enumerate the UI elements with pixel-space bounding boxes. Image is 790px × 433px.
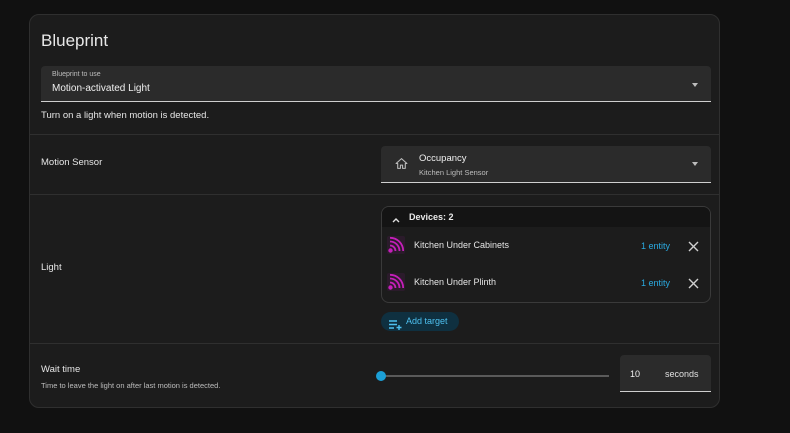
device-name: Kitchen Under Cabinets	[414, 240, 510, 250]
wait-time-value: 10	[630, 369, 641, 379]
motion-sensor-entity-device: Kitchen Light Sensor	[419, 168, 489, 177]
add-target-label: Add target	[406, 316, 448, 326]
devices-header[interactable]: Devices: 2	[382, 207, 710, 227]
motion-sensor-label: Motion Sensor	[41, 157, 103, 168]
blueprint-select-label: Blueprint to use	[52, 71, 101, 78]
blueprint-select-value: Motion-activated Light	[52, 83, 150, 94]
section-divider	[30, 194, 719, 195]
playlist-add-icon	[389, 317, 402, 335]
home-icon	[395, 157, 408, 175]
close-icon[interactable]	[688, 239, 699, 257]
light-wave-icon	[387, 273, 405, 296]
dropdown-arrow-icon[interactable]	[692, 162, 698, 166]
light-wave-icon	[387, 236, 405, 259]
devices-header-label: Devices: 2	[409, 212, 454, 222]
motion-sensor-select[interactable]: Occupancy Kitchen Light Sensor	[381, 146, 711, 183]
section-divider	[30, 343, 719, 344]
wait-time-slider-thumb[interactable]	[376, 371, 386, 381]
device-row[interactable]: Kitchen Under Plinth 1 entity	[382, 268, 710, 298]
wait-time-unit: seconds	[665, 369, 699, 379]
section-divider	[30, 134, 719, 135]
blueprint-description: Turn on a light when motion is detected.	[41, 110, 210, 121]
wait-time-slider-track[interactable]	[382, 375, 609, 377]
wait-time-description: Time to leave the light on after last mo…	[41, 381, 221, 390]
wait-time-label: Wait time	[41, 364, 81, 375]
add-target-button[interactable]: Add target	[381, 312, 459, 331]
light-label: Light	[41, 262, 62, 273]
wait-time-input[interactable]: 10 seconds	[620, 355, 711, 392]
devices-panel: Devices: 2 Kitchen Under Cabinets 1 enti…	[381, 206, 711, 303]
dropdown-arrow-icon[interactable]	[692, 83, 698, 87]
motion-sensor-entity-name: Occupancy	[419, 153, 467, 164]
device-entity-count[interactable]: 1 entity	[641, 241, 670, 251]
device-row[interactable]: Kitchen Under Cabinets 1 entity	[382, 231, 710, 261]
device-entity-count[interactable]: 1 entity	[641, 278, 670, 288]
card-title: Blueprint	[41, 31, 109, 50]
blueprint-select[interactable]: Blueprint to use Motion-activated Light	[41, 66, 711, 102]
close-icon[interactable]	[688, 276, 699, 294]
device-name: Kitchen Under Plinth	[414, 277, 497, 287]
blueprint-card: Blueprint Blueprint to use Motion-activa…	[29, 14, 720, 408]
chevron-up-icon[interactable]	[391, 212, 401, 230]
